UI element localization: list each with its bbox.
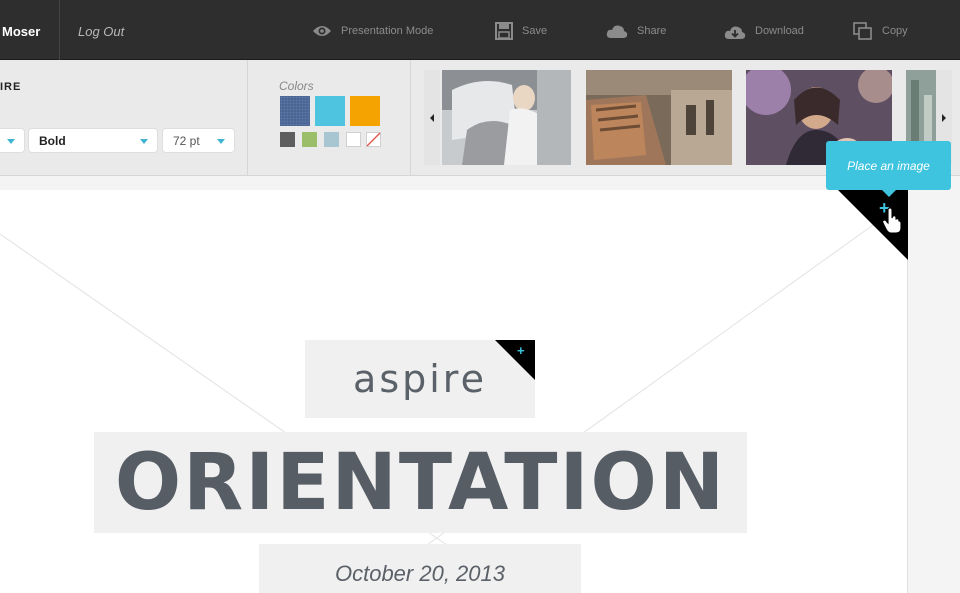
top-bar: Moser Log Out Presentation Mode Save Sha… [0, 0, 960, 60]
chevron-right-icon [942, 113, 946, 122]
font-weight-select[interactable]: Bold [28, 128, 158, 153]
save-label: Save [522, 25, 548, 37]
chevron-down-icon [217, 139, 225, 144]
design-canvas[interactable]: aspire + ORIENTATION October 20, 2013 [0, 190, 908, 593]
color-swatch-cyan[interactable] [315, 96, 345, 126]
chevron-down-icon [7, 139, 15, 144]
copy-label: Copy [882, 25, 908, 37]
font-size-value: 72 pt [173, 133, 200, 148]
save-icon [495, 22, 513, 40]
headline-text-block[interactable]: ORIENTATION [94, 432, 747, 533]
color-swatch-none[interactable] [366, 132, 381, 147]
eye-icon [312, 24, 332, 38]
save-button[interactable]: Save [495, 20, 547, 42]
font-weight-value: Bold [39, 133, 66, 148]
font-family-select[interactable] [0, 128, 25, 153]
date-text-block[interactable]: October 20, 2013 [259, 544, 581, 593]
share-button[interactable]: Share [606, 20, 666, 42]
chevron-left-icon [430, 113, 434, 122]
colors-label: Colors [279, 79, 314, 93]
copy-icon [853, 22, 873, 40]
presentation-mode-label: Presentation Mode [341, 25, 434, 37]
copy-button[interactable]: Copy [853, 20, 908, 42]
place-image-tooltip: Place an image [826, 141, 951, 197]
download-button[interactable]: Download [724, 20, 804, 42]
color-swatch-light-blue[interactable] [324, 132, 339, 147]
editor-toolbar: IRE Bold 72 pt Colors [0, 60, 960, 176]
plus-icon: + [517, 343, 525, 358]
tooltip-label: Place an image [847, 158, 930, 173]
colors-panel: Colors [249, 60, 411, 176]
subtitle-add-image-tab[interactable] [495, 340, 535, 380]
cloud-download-icon [724, 24, 746, 39]
image-thumbnail[interactable] [586, 70, 732, 165]
date-text: October 20, 2013 [334, 560, 505, 586]
color-swatch-navy[interactable] [280, 96, 310, 126]
font-panel-title: IRE [0, 81, 22, 93]
logout-link[interactable]: Log Out [78, 24, 124, 39]
color-swatch-gray[interactable] [280, 132, 295, 147]
font-panel: IRE Bold 72 pt [0, 60, 248, 176]
hand-cursor-icon [882, 207, 902, 239]
subtitle-text: aspire [353, 357, 487, 401]
headline-text: ORIENTATION [114, 437, 727, 528]
download-label: Download [755, 25, 804, 37]
chevron-down-icon [140, 139, 148, 144]
share-label: Share [637, 25, 667, 37]
color-swatch-white[interactable] [346, 132, 361, 147]
image-thumbnail[interactable] [442, 70, 571, 165]
font-size-select[interactable]: 72 pt [162, 128, 235, 153]
user-name: Moser [2, 24, 41, 39]
scroll-left-button[interactable] [424, 70, 440, 165]
color-swatch-green[interactable] [302, 132, 317, 147]
color-swatch-orange[interactable] [350, 96, 380, 126]
divider [59, 0, 60, 60]
presentation-mode-button[interactable]: Presentation Mode [312, 20, 433, 42]
cloud-share-icon [606, 24, 628, 38]
